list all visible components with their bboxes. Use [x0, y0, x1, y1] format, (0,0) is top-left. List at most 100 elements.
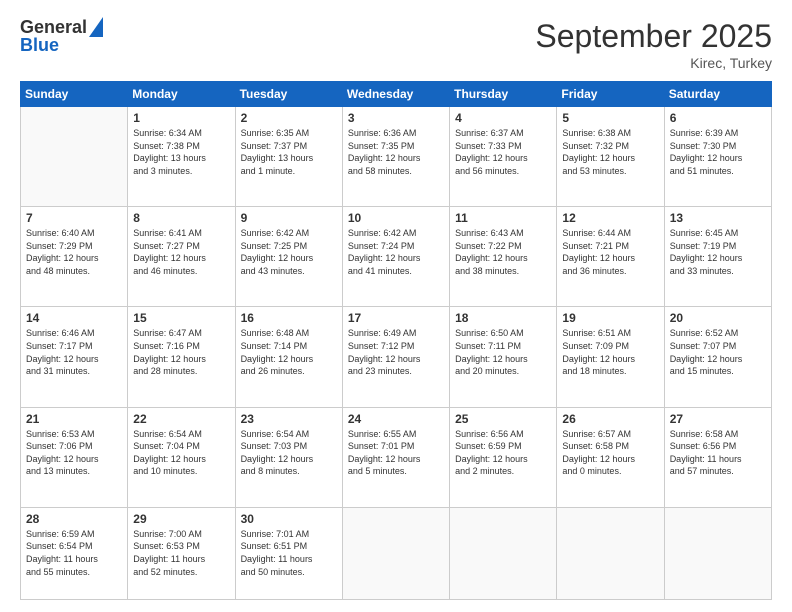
cell-info: Sunrise: 6:45 AMSunset: 7:19 PMDaylight:… — [670, 227, 766, 277]
day-number: 4 — [455, 111, 551, 125]
day-number: 28 — [26, 512, 122, 526]
day-number: 18 — [455, 311, 551, 325]
table-cell: 2Sunrise: 6:35 AMSunset: 7:37 PMDaylight… — [235, 107, 342, 207]
header-friday: Friday — [557, 82, 664, 107]
week-row-4: 21 Sunrise: 6:53 AMSunset: 7:06 PMDayligh… — [21, 407, 772, 507]
table-cell: 5 Sunrise: 6:38 AMSunset: 7:32 PMDaylight… — [557, 107, 664, 207]
cell-info: Sunrise: 6:37 AMSunset: 7:33 PMDaylight:… — [455, 127, 551, 177]
cell-info: Sunrise: 6:34 AMSunset: 7:38 PMDaylight:… — [133, 127, 229, 177]
table-cell: 17 Sunrise: 6:49 AMSunset: 7:12 PMDayligh… — [342, 307, 449, 407]
table-cell: 25 Sunrise: 6:56 AMSunset: 6:59 PMDayligh… — [450, 407, 557, 507]
cell-info: Sunrise: 6:56 AMSunset: 6:59 PMDaylight:… — [455, 428, 551, 478]
cell-info: Sunrise: 6:36 AMSunset: 7:35 PMDaylight:… — [348, 127, 444, 177]
cell-info: Sunrise: 6:38 AMSunset: 7:32 PMDaylight:… — [562, 127, 658, 177]
table-cell: 23 Sunrise: 6:54 AMSunset: 7:03 PMDayligh… — [235, 407, 342, 507]
cell-info: Sunrise: 6:41 AMSunset: 7:27 PMDaylight:… — [133, 227, 229, 277]
day-number: 21 — [26, 412, 122, 426]
logo: General Blue — [20, 18, 103, 56]
day-number: 8 — [133, 211, 229, 225]
header-saturday: Saturday — [664, 82, 771, 107]
table-cell: 15 Sunrise: 6:47 AMSunset: 7:16 PMDayligh… — [128, 307, 235, 407]
day-number: 11 — [455, 211, 551, 225]
week-row-1: 1Sunrise: 6:34 AMSunset: 7:38 PMDaylight… — [21, 107, 772, 207]
table-cell — [557, 507, 664, 599]
cell-info: Sunrise: 6:54 AMSunset: 7:03 PMDaylight:… — [241, 428, 337, 478]
day-number: 26 — [562, 412, 658, 426]
title-section: September 2025 Kirec, Turkey — [535, 18, 772, 71]
day-number: 7 — [26, 211, 122, 225]
cell-info: Sunrise: 7:01 AMSunset: 6:51 PMDaylight:… — [241, 528, 337, 578]
day-number: 29 — [133, 512, 229, 526]
day-number: 16 — [241, 311, 337, 325]
day-number: 6 — [670, 111, 766, 125]
table-cell: 21 Sunrise: 6:53 AMSunset: 7:06 PMDayligh… — [21, 407, 128, 507]
day-number: 9 — [241, 211, 337, 225]
cell-info: Sunrise: 6:53 AMSunset: 7:06 PMDaylight:… — [26, 428, 122, 478]
cell-info: Sunrise: 6:40 AMSunset: 7:29 PMDaylight:… — [26, 227, 122, 277]
cell-info: Sunrise: 6:42 AMSunset: 7:24 PMDaylight:… — [348, 227, 444, 277]
day-number: 15 — [133, 311, 229, 325]
page: General Blue September 2025 Kirec, Turke… — [0, 0, 792, 612]
day-number: 5 — [562, 111, 658, 125]
header: General Blue September 2025 Kirec, Turke… — [20, 18, 772, 71]
day-number: 22 — [133, 412, 229, 426]
cell-info: Sunrise: 6:49 AMSunset: 7:12 PMDaylight:… — [348, 327, 444, 377]
location: Kirec, Turkey — [535, 55, 772, 71]
week-row-3: 14Sunrise: 6:46 AMSunset: 7:17 PMDayligh… — [21, 307, 772, 407]
cell-info: Sunrise: 6:55 AMSunset: 7:01 PMDaylight:… — [348, 428, 444, 478]
table-cell: 16 Sunrise: 6:48 AMSunset: 7:14 PMDayligh… — [235, 307, 342, 407]
header-sunday: Sunday — [21, 82, 128, 107]
table-cell: 12 Sunrise: 6:44 AMSunset: 7:21 PMDayligh… — [557, 207, 664, 307]
cell-info: Sunrise: 6:57 AMSunset: 6:58 PMDaylight:… — [562, 428, 658, 478]
cell-info: Sunrise: 6:42 AMSunset: 7:25 PMDaylight:… — [241, 227, 337, 277]
cell-info: Sunrise: 6:39 AMSunset: 7:30 PMDaylight:… — [670, 127, 766, 177]
table-cell: 30Sunrise: 7:01 AMSunset: 6:51 PMDayligh… — [235, 507, 342, 599]
table-cell: 26 Sunrise: 6:57 AMSunset: 6:58 PMDayligh… — [557, 407, 664, 507]
logo-blue-text: Blue — [20, 36, 59, 56]
cell-info: Sunrise: 6:51 AMSunset: 7:09 PMDaylight:… — [562, 327, 658, 377]
day-number: 14 — [26, 311, 122, 325]
cell-info: Sunrise: 6:35 AMSunset: 7:37 PMDaylight:… — [241, 127, 337, 177]
header-thursday: Thursday — [450, 82, 557, 107]
table-cell: 4 Sunrise: 6:37 AMSunset: 7:33 PMDaylight… — [450, 107, 557, 207]
table-cell: 13 Sunrise: 6:45 AMSunset: 7:19 PMDayligh… — [664, 207, 771, 307]
day-number: 23 — [241, 412, 337, 426]
cell-info: Sunrise: 6:52 AMSunset: 7:07 PMDaylight:… — [670, 327, 766, 377]
month-title: September 2025 — [535, 18, 772, 55]
table-cell — [664, 507, 771, 599]
logo-triangle-icon — [89, 17, 103, 37]
day-number: 10 — [348, 211, 444, 225]
day-number: 12 — [562, 211, 658, 225]
table-cell: 14Sunrise: 6:46 AMSunset: 7:17 PMDayligh… — [21, 307, 128, 407]
table-cell: 3 Sunrise: 6:36 AMSunset: 7:35 PMDaylight… — [342, 107, 449, 207]
table-cell — [21, 107, 128, 207]
table-cell: 24 Sunrise: 6:55 AMSunset: 7:01 PMDayligh… — [342, 407, 449, 507]
day-number: 3 — [348, 111, 444, 125]
day-number: 17 — [348, 311, 444, 325]
cell-info: Sunrise: 6:47 AMSunset: 7:16 PMDaylight:… — [133, 327, 229, 377]
table-cell: 11 Sunrise: 6:43 AMSunset: 7:22 PMDayligh… — [450, 207, 557, 307]
day-number: 25 — [455, 412, 551, 426]
cell-info: Sunrise: 6:58 AMSunset: 6:56 PMDaylight:… — [670, 428, 766, 478]
header-tuesday: Tuesday — [235, 82, 342, 107]
day-number: 20 — [670, 311, 766, 325]
cell-info: Sunrise: 6:54 AMSunset: 7:04 PMDaylight:… — [133, 428, 229, 478]
day-number: 13 — [670, 211, 766, 225]
table-cell: 9 Sunrise: 6:42 AMSunset: 7:25 PMDaylight… — [235, 207, 342, 307]
cell-info: Sunrise: 6:44 AMSunset: 7:21 PMDaylight:… — [562, 227, 658, 277]
table-cell — [450, 507, 557, 599]
calendar-table: Sunday Monday Tuesday Wednesday Thursday… — [20, 81, 772, 600]
header-monday: Monday — [128, 82, 235, 107]
week-row-5: 28Sunrise: 6:59 AMSunset: 6:54 PMDayligh… — [21, 507, 772, 599]
table-cell: 18Sunrise: 6:50 AMSunset: 7:11 PMDayligh… — [450, 307, 557, 407]
day-number: 24 — [348, 412, 444, 426]
cell-info: Sunrise: 6:43 AMSunset: 7:22 PMDaylight:… — [455, 227, 551, 277]
header-wednesday: Wednesday — [342, 82, 449, 107]
table-cell: 6 Sunrise: 6:39 AMSunset: 7:30 PMDaylight… — [664, 107, 771, 207]
cell-info: Sunrise: 7:00 AMSunset: 6:53 PMDaylight:… — [133, 528, 229, 578]
cell-info: Sunrise: 6:48 AMSunset: 7:14 PMDaylight:… — [241, 327, 337, 377]
week-row-2: 7 Sunrise: 6:40 AMSunset: 7:29 PMDaylight… — [21, 207, 772, 307]
day-number: 19 — [562, 311, 658, 325]
table-cell: 1Sunrise: 6:34 AMSunset: 7:38 PMDaylight… — [128, 107, 235, 207]
table-cell: 19 Sunrise: 6:51 AMSunset: 7:09 PMDayligh… — [557, 307, 664, 407]
